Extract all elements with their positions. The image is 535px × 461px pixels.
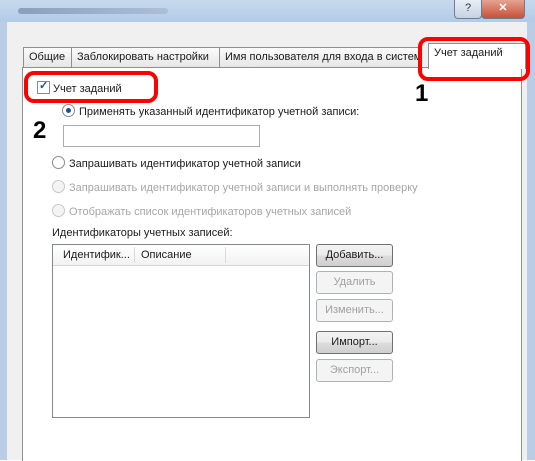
window-title <box>18 8 168 14</box>
column-header-description[interactable]: Описание <box>141 249 192 261</box>
column-divider[interactable] <box>225 247 226 263</box>
radio-apply-specified-id[interactable]: Применять указанный идентификатор учетно… <box>62 104 359 118</box>
radio-apply-specified-label: Применять указанный идентификатор учетно… <box>79 106 360 118</box>
radio-prompt-id[interactable]: Запрашивать идентификатор учетной записи <box>52 156 301 170</box>
radio-selected-icon[interactable] <box>62 104 75 117</box>
account-ids-label: Идентификаторы учетных записей: <box>52 227 233 239</box>
close-button[interactable]: ✕ <box>481 0 525 19</box>
radio-display-list[interactable]: Отображать список идентификаторов учетны… <box>52 204 351 218</box>
callout-job-accounting-tab <box>418 37 530 81</box>
radio-disabled-icon <box>52 204 65 217</box>
edit-button[interactable]: Изменить... <box>316 299 393 322</box>
tab-login-user-name[interactable]: Имя пользователя для входа в систем <box>219 47 421 68</box>
radio-disabled-icon <box>52 180 65 193</box>
step-marker-2: 2 <box>33 117 47 144</box>
add-button[interactable]: Добавить... <box>316 244 393 267</box>
window-frame-right <box>527 22 535 460</box>
column-header-id[interactable]: Идентифик... <box>63 249 130 261</box>
radio-prompt-and-validate[interactable]: Запрашивать идентификатор учетной записи… <box>52 180 418 194</box>
radio-prompt-id-label: Запрашивать идентификатор учетной записи <box>69 158 301 170</box>
list-header: Идентифик... Описание <box>53 245 309 266</box>
radio-display-list-label: Отображать список идентификаторов учетны… <box>69 206 352 218</box>
account-id-input[interactable] <box>63 125 260 147</box>
radio-unselected-icon[interactable] <box>52 156 65 169</box>
help-button[interactable]: ? <box>454 0 482 19</box>
step-marker-1: 1 <box>415 80 429 107</box>
account-ids-list[interactable]: Идентифик... Описание <box>52 244 310 418</box>
export-button[interactable]: Экспорт... <box>316 359 393 382</box>
title-bar: ? ✕ <box>0 0 535 22</box>
column-divider[interactable] <box>134 247 135 263</box>
window-frame-left <box>0 22 7 460</box>
callout-job-accounting-checkbox <box>24 71 158 103</box>
tab-lock-settings[interactable]: Заблокировать настройки <box>71 47 225 68</box>
radio-prompt-validate-label: Запрашивать идентификатор учетной записи… <box>69 182 418 194</box>
import-button[interactable]: Импорт... <box>316 331 393 354</box>
delete-button[interactable]: Удалить <box>316 271 393 294</box>
